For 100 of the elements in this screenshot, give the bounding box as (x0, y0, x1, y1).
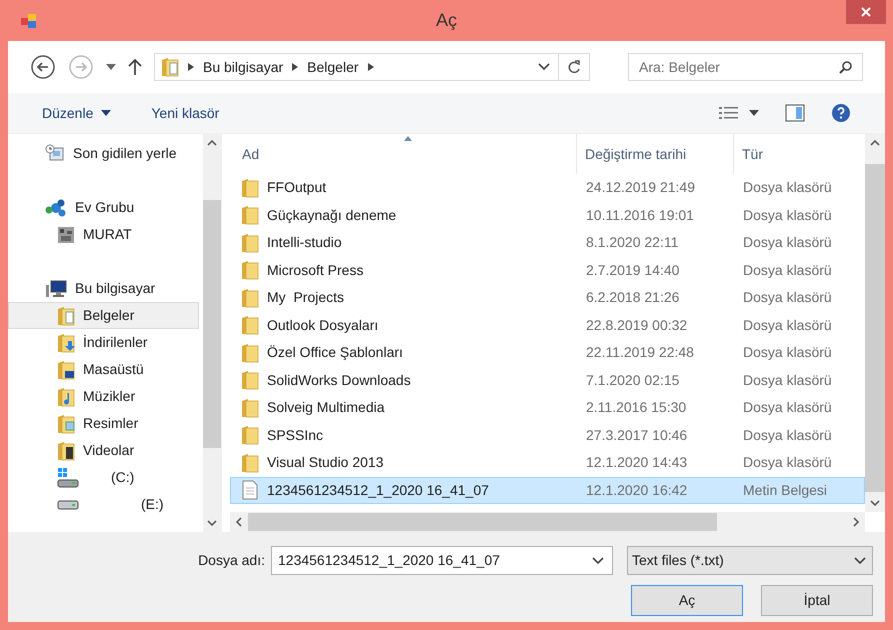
computer-icon (45, 280, 67, 298)
help-icon[interactable] (831, 103, 851, 123)
windows-drive-icon (57, 466, 79, 488)
file-type: Metin Belgesi (742, 480, 828, 500)
file-row[interactable]: Özel Office Şablonları 22.11.2019 22:48 Dosya klasörü (230, 339, 865, 366)
file-row[interactable]: Solveig Multimedia 2.11.2016 15:30 Dosya klasörü (230, 394, 865, 422)
sidebar-item[interactable]: İndirilenler (8, 329, 199, 356)
file-row[interactable]: Outlook Dosyaları 22.8.2019 00:32 Dosya klasörü (230, 312, 865, 339)
sidebar-item[interactable]: Belgeler (8, 302, 199, 329)
text-file-icon (241, 480, 259, 500)
chevron-right-icon (292, 63, 298, 71)
folder-icon (241, 425, 259, 446)
scroll-thumb[interactable] (248, 513, 717, 531)
breadcrumb[interactable]: Belgeler (307, 56, 359, 78)
file-type: Dosya klasörü (742, 260, 832, 280)
user-icon (57, 226, 75, 244)
file-row[interactable]: Intelli-studio 8.1.2020 22:11 Dosya klasörü (230, 229, 865, 256)
sidebar-item[interactable]: (E:) (8, 491, 199, 518)
folder-icon (241, 178, 259, 198)
modified-date: 22.11.2019 22:48 (585, 343, 695, 362)
clock-monitor-icon (45, 144, 65, 164)
modified-date: 8.1.2020 22:11 (585, 233, 680, 252)
address-bar[interactable]: Bu bilgisayar Belgeler (154, 53, 590, 81)
chevron-down-icon[interactable] (538, 63, 550, 71)
sidebar-item[interactable]: Müzikler (8, 383, 199, 410)
homegroup-icon (45, 198, 67, 218)
filename-field[interactable]: 1234561234512_1_2020 16_41_07 (271, 546, 613, 575)
sidebar-item[interactable]: Masaüstü (8, 356, 199, 383)
search-icon[interactable] (839, 60, 853, 74)
pictures-folder-icon (57, 414, 75, 434)
modified-date: 10.11.2016 19:01 (585, 206, 695, 225)
videos-folder-icon (57, 440, 75, 460)
new-folder-button[interactable]: Yeni klasör (151, 102, 220, 124)
file-name: Özel Office Şablonları (267, 343, 403, 362)
file-type: Dosya klasörü (742, 398, 832, 418)
scrollbar[interactable] (203, 134, 221, 532)
folder-icon (241, 398, 259, 418)
documents-folder-icon (161, 57, 179, 77)
column-header[interactable]: Tür (734, 144, 763, 164)
folder-icon (241, 205, 259, 226)
caret-icon[interactable] (749, 110, 759, 116)
file-name: Visual Studio 2013 (267, 453, 384, 472)
filename-label: Dosya adı: (198, 551, 265, 570)
dropdown-caret-icon[interactable] (106, 64, 116, 70)
sidebar-item[interactable]: Son gidilen yerle (8, 140, 199, 167)
up-arrow-icon[interactable] (128, 58, 142, 76)
cancel-button[interactable]: İptal (761, 585, 873, 616)
file-row[interactable]: SolidWorks Downloads 7.1.2020 02:15 Dosya klasörü (230, 366, 865, 394)
file-name: FFOutput (267, 178, 326, 198)
chevron-down-icon (854, 556, 866, 564)
file-name: SolidWorks Downloads (267, 370, 411, 390)
file-name: Microsoft Press (267, 260, 364, 280)
search-field[interactable]: Ara: Belgeler (628, 53, 863, 81)
column-header[interactable]: Değiştirme tarihi (577, 144, 733, 164)
organize-button[interactable]: Düzenle (42, 102, 112, 124)
modified-date: 12.1.2020 14:43 (585, 453, 688, 472)
sidebar-item[interactable]: MURAT (8, 221, 199, 248)
chevron-right-icon (368, 63, 374, 71)
sidebar-item[interactable]: (C:) (8, 464, 199, 491)
file-row[interactable]: SPSSInc 27.3.2017 10:46 Dosya klasörü (230, 422, 865, 449)
back-button[interactable] (30, 54, 56, 80)
file-row[interactable]: Visual Studio 2013 12.1.2020 14:43 Dosya klasörü (230, 449, 865, 476)
preview-pane-icon[interactable] (785, 104, 805, 122)
modified-date: 27.3.2017 10:46 (585, 426, 688, 445)
sidebar-item[interactable]: Bu bilgisayar (8, 275, 199, 302)
scrollbar[interactable] (230, 512, 865, 532)
modified-date: 2.11.2016 15:30 (585, 398, 688, 418)
back-icon (30, 54, 56, 80)
sidebar-item[interactable]: Resimler (8, 410, 199, 437)
chevron-right-icon (188, 63, 194, 71)
sidebar-item[interactable]: Ev Grubu (8, 194, 199, 221)
file-type: Dosya klasörü (742, 343, 832, 362)
file-type: Dosya klasörü (742, 178, 832, 198)
file-name: Solveig Multimedia (267, 398, 384, 418)
sidebar-item[interactable]: Videolar (8, 437, 199, 464)
file-name: Intelli-studio (267, 233, 342, 252)
file-row[interactable]: My Projects 6.2.2018 21:26 Dosya klasörü (230, 284, 865, 312)
breadcrumb[interactable]: Bu bilgisayar (203, 56, 284, 78)
sort-arrow-icon (404, 136, 412, 141)
file-type: Dosya klasörü (742, 206, 832, 225)
scroll-thumb[interactable] (203, 200, 221, 448)
file-row[interactable]: Microsoft Press 2.7.2019 14:40 Dosya klasörü (230, 256, 865, 284)
chevron-down-icon (592, 556, 604, 564)
file-row[interactable]: 1234561234512_1_2020 16_41_07 12.1.2020 16:42 Metin Belgesi (230, 476, 865, 504)
file-type-dropdown[interactable]: Text files (*.txt) (627, 546, 873, 575)
file-type: Dosya klasörü (742, 426, 832, 445)
column-header[interactable]: Ad (230, 144, 576, 164)
close-button[interactable] (846, 0, 886, 24)
folder-icon (241, 342, 259, 363)
open-button[interactable]: Aç (631, 585, 743, 616)
window-title: Aç (436, 9, 457, 32)
file-type: Dosya klasörü (742, 316, 832, 335)
modified-date: 6.2.2018 21:26 (585, 288, 680, 308)
file-type: Dosya klasörü (742, 370, 832, 390)
drive-icon (57, 500, 79, 510)
file-name: Outlook Dosyaları (267, 316, 378, 335)
folder-icon (241, 315, 259, 336)
file-row[interactable]: Güçkaynağı deneme 10.11.2016 19:01 Dosya klasörü (230, 202, 865, 229)
file-row[interactable]: FFOutput 24.12.2019 21:49 Dosya klasörü (230, 174, 865, 202)
view-list-icon[interactable] (719, 106, 739, 120)
